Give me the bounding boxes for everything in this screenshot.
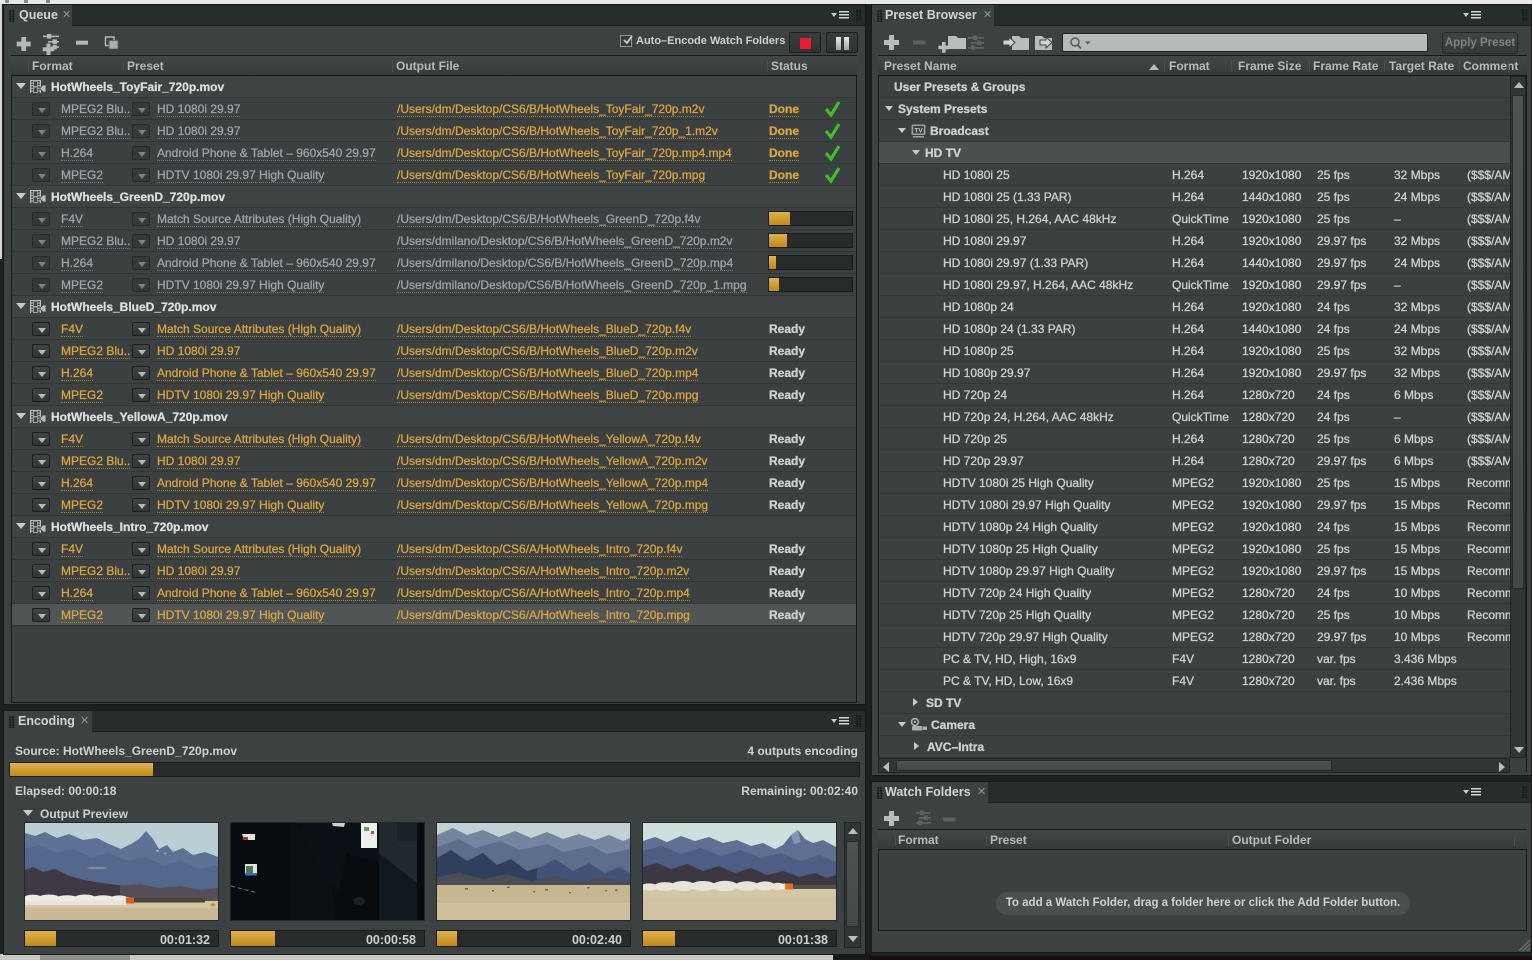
svg-text:TV: TV: [914, 127, 923, 134]
